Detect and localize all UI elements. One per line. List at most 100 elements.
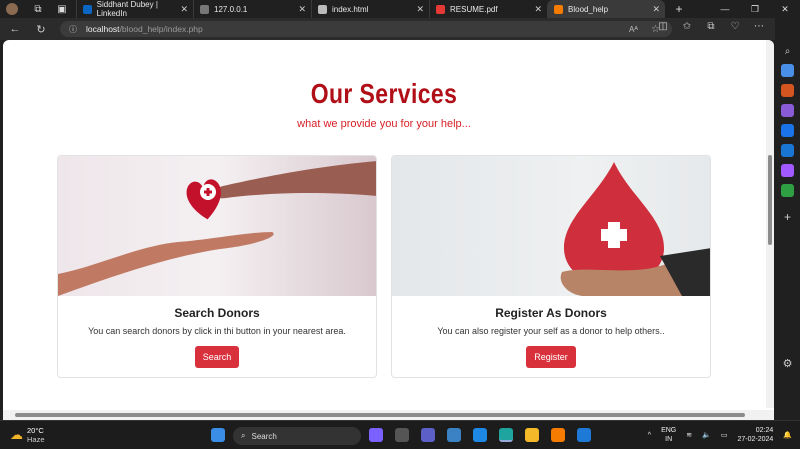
register-button[interactable]: Register <box>526 346 576 368</box>
lang-code: ENG <box>661 427 677 434</box>
tab-label: Siddhant Dubey | LinkedIn <box>96 0 158 18</box>
info-icon[interactable]: ⓘ <box>69 24 77 35</box>
back-icon[interactable]: ← <box>2 23 28 35</box>
url-field[interactable]: ⓘ localhost/blood_help/index.php Aᴬ ☆ <box>60 21 672 37</box>
time: 02:24 <box>755 427 774 434</box>
linkedin-icon <box>83 4 92 14</box>
card-title: Search Donors <box>174 306 260 320</box>
document-icon <box>318 4 327 14</box>
profile-avatar[interactable] <box>4 1 20 17</box>
page-icon <box>200 4 209 14</box>
settings-gear-icon[interactable]: ⚙ <box>783 357 793 370</box>
close-icon[interactable]: ✕ <box>180 4 188 15</box>
search-icon[interactable]: ⌕ <box>785 46 791 57</box>
card-text: You can also register your self as a don… <box>437 326 665 336</box>
toolbar-icons: ◫ ✩ ⧉ ♡ ⋯ <box>653 21 769 32</box>
tab-label: RESUME.pdf <box>450 4 498 14</box>
new-tab-button[interactable]: + <box>671 1 687 17</box>
tab-label: Blood_help <box>568 4 609 14</box>
favorites-icon[interactable]: ✩ <box>677 21 697 32</box>
office-icon[interactable] <box>781 84 794 97</box>
tab-localhost[interactable]: 127.0.0.1 ✕ <box>193 0 311 18</box>
app-icon[interactable] <box>473 428 487 442</box>
card-title: Register As Donors <box>495 306 607 320</box>
add-icon[interactable]: + <box>784 210 791 224</box>
close-window-icon[interactable]: ✕ <box>770 4 800 15</box>
window-controls: — ❐ ✕ <box>710 0 800 18</box>
read-aloud-icon[interactable]: Aᴬ <box>629 25 638 34</box>
xampp-icon[interactable] <box>551 428 565 442</box>
wifi-icon[interactable]: ≋ <box>686 431 692 439</box>
teams-icon[interactable] <box>421 428 435 442</box>
games-icon[interactable] <box>781 104 794 117</box>
search-button[interactable]: Search <box>194 346 240 368</box>
edge-icon[interactable] <box>499 428 513 442</box>
close-icon[interactable]: ✕ <box>416 4 424 15</box>
blood-drop-image <box>392 156 710 296</box>
tab-resume-pdf[interactable]: RESUME.pdf ✕ <box>429 0 547 18</box>
page-subtitle: what we provide you for your help... <box>297 118 471 130</box>
telegram-icon[interactable] <box>781 184 794 197</box>
region-code: IN <box>665 436 673 443</box>
shopping-icon[interactable] <box>781 64 794 77</box>
date: 27-02-2024 <box>737 436 774 443</box>
scroll-thumb[interactable] <box>15 413 745 417</box>
vertical-scrollbar[interactable] <box>766 40 774 408</box>
designer-icon[interactable] <box>781 164 794 177</box>
hands-heart-image <box>58 156 376 296</box>
refresh-icon[interactable]: ↻ <box>28 23 54 36</box>
system-tray: ^ ENG IN ≋ 🔈 ▭ 02:24 27-02-2024 🔔 <box>648 426 792 444</box>
notification-bell-icon[interactable]: 🔔 <box>783 431 792 439</box>
tab-blood-help[interactable]: Blood_help ✕ <box>547 0 665 18</box>
url-host: localhost <box>86 24 120 34</box>
temperature: 20°C <box>27 426 44 435</box>
pdf-icon <box>436 4 445 14</box>
search-icon: ⌕ <box>241 431 246 440</box>
search-label: Search <box>251 431 277 441</box>
outlook-icon[interactable] <box>781 144 794 157</box>
tab-label: 127.0.0.1 <box>214 4 248 14</box>
address-bar-row: ← ↻ ⓘ localhost/blood_help/index.php Aᴬ … <box>0 18 775 40</box>
windows-taskbar: ☁ 20°C Haze ⌕ Search ^ ENG IN ≋ 🔈 ▭ 02:2… <box>0 420 800 449</box>
start-icon[interactable] <box>211 428 225 442</box>
close-icon[interactable]: ✕ <box>298 4 306 15</box>
volume-icon[interactable]: 🔈 <box>702 431 711 439</box>
page-viewport: Our Services what we provide you for you… <box>3 40 774 420</box>
tab-bar: ⧉ ▣ Siddhant Dubey | LinkedIn ✕ 127.0.0.… <box>0 0 800 18</box>
maximize-icon[interactable]: ❐ <box>740 4 770 15</box>
register-donors-card: Register As Donors You can also register… <box>391 155 711 378</box>
language-indicator[interactable]: ENG IN <box>661 426 676 444</box>
copilot-icon[interactable] <box>781 124 794 137</box>
tab-index-html[interactable]: index.html ✕ <box>311 0 429 18</box>
edge-sidebar: ⌕ + ⚙ <box>775 40 800 420</box>
more-menu-icon[interactable]: ⋯ <box>749 21 769 32</box>
vscode-icon[interactable] <box>577 428 591 442</box>
xampp-icon <box>554 4 563 14</box>
chevron-up-icon[interactable]: ^ <box>648 432 651 439</box>
browser-essentials-icon[interactable]: ♡ <box>725 21 745 32</box>
weather-widget[interactable]: ☁ 20°C Haze <box>10 426 45 444</box>
close-icon[interactable]: ✕ <box>534 4 542 15</box>
workspaces-icon[interactable]: ⧉ <box>30 1 46 17</box>
task-view-icon[interactable] <box>395 428 409 442</box>
file-explorer-icon[interactable] <box>525 428 539 442</box>
horizontal-scrollbar[interactable] <box>3 410 774 420</box>
card-text: You can search donors by click in thi bu… <box>88 326 346 336</box>
tab-label: index.html <box>332 4 369 14</box>
weather-icon: ☁ <box>10 427 23 442</box>
copilot-icon[interactable] <box>369 428 383 442</box>
url-path: /blood_help/index.php <box>119 24 203 34</box>
clock[interactable]: 02:24 27-02-2024 <box>737 426 773 444</box>
taskbar-search[interactable]: ⌕ Search <box>233 427 361 445</box>
tab-actions-icon[interactable]: ▣ <box>54 1 70 17</box>
search-donors-card: Search Donors You can search donors by c… <box>57 155 377 378</box>
close-icon[interactable]: ✕ <box>652 4 660 15</box>
scroll-thumb[interactable] <box>768 155 772 245</box>
page-title: Our Services <box>310 78 458 109</box>
split-screen-icon[interactable]: ◫ <box>653 21 673 32</box>
store-icon[interactable] <box>447 428 461 442</box>
minimize-icon[interactable]: — <box>710 4 740 14</box>
collections-icon[interactable]: ⧉ <box>701 21 721 32</box>
tab-linkedin[interactable]: Siddhant Dubey | LinkedIn ✕ <box>76 0 193 18</box>
battery-icon[interactable]: ▭ <box>721 431 728 439</box>
